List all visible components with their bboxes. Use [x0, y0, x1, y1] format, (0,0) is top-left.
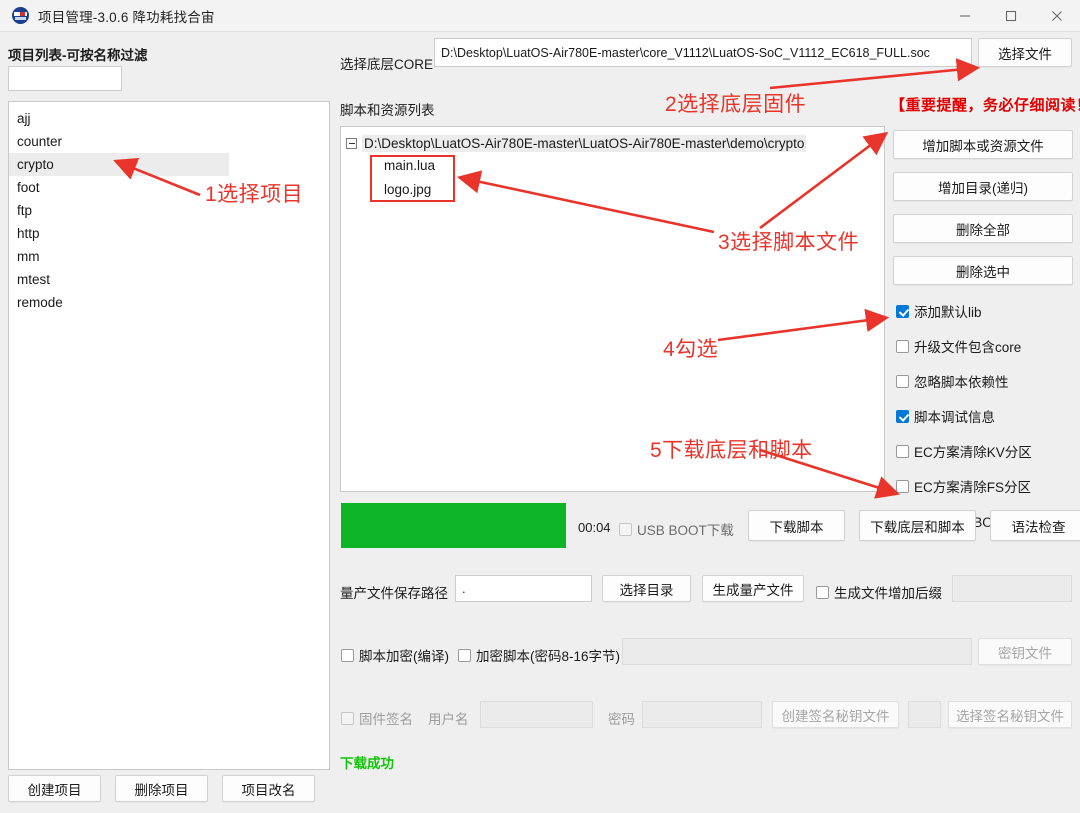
list-item[interactable]: mm — [9, 245, 329, 268]
delete-selected-button[interactable]: 删除选中 — [893, 256, 1073, 285]
close-icon[interactable] — [1034, 0, 1080, 31]
mass-path-label: 量产文件保存路径 — [340, 586, 448, 601]
checkbox-ec-clear-kv[interactable]: EC方案清除KV分区 — [896, 441, 1052, 461]
checkbox-script-debug-info[interactable]: 脚本调试信息 — [896, 406, 1052, 426]
checkbox-icon[interactable] — [816, 585, 829, 599]
checkbox-icon[interactable] — [341, 711, 354, 725]
checkbox-label: 升级文件包含core — [914, 340, 1022, 355]
annotation-highlight-box — [370, 155, 455, 202]
checkbox-label: USB BOOT下载 — [637, 523, 734, 538]
maximize-icon[interactable] — [988, 0, 1034, 31]
syntax-check-button[interactable]: 语法检查 — [990, 510, 1080, 541]
key-file-button[interactable]: 密钥文件 — [978, 638, 1072, 665]
checkbox-label: 忽略脚本依赖性 — [914, 375, 1009, 390]
create-signature-key-button[interactable]: 创建签名秘钥文件 — [772, 701, 899, 728]
signature-username-input[interactable] — [480, 701, 593, 728]
list-item[interactable]: counter — [9, 130, 329, 153]
checkbox-label: EC方案清除FS分区 — [914, 480, 1032, 495]
minimize-icon[interactable] — [942, 0, 988, 31]
checkbox-label: EC方案清除KV分区 — [914, 445, 1032, 460]
list-item[interactable]: ajj — [9, 107, 329, 130]
download-core-and-script-button[interactable]: 下载底层和脚本 — [859, 510, 976, 541]
app-logo-icon — [12, 7, 29, 24]
download-progress-bar — [341, 503, 566, 548]
core-label: 选择底层CORE — [340, 57, 434, 72]
encrypt-password-input[interactable] — [622, 638, 972, 665]
file-action-buttons: 增加脚本或资源文件 增加目录(递归) 删除全部 删除选中 — [893, 130, 1073, 298]
checkbox-label: 脚本调试信息 — [914, 410, 995, 425]
build-options-checkboxes: 添加默认lib 升级文件包含core 忽略脚本依赖性 脚本调试信息 EC方案清除… — [896, 301, 1052, 531]
mass-path-input[interactable]: . — [455, 575, 592, 602]
checkbox-icon[interactable] — [896, 479, 909, 493]
annotation-warning: 【重要提醒，务必仔细阅读！】 — [890, 97, 1080, 114]
delete-project-button[interactable]: 删除项目 — [115, 775, 208, 802]
projects-list-label: 项目列表-可按名称过滤 — [8, 48, 148, 63]
checkbox-firmware-signature[interactable]: 固件签名 — [341, 708, 413, 728]
checkbox-label: 添加默认lib — [914, 305, 982, 320]
tree-root-label: D:\Desktop\LuatOS-Air780E-master\LuatOS-… — [362, 134, 807, 152]
checkbox-icon[interactable] — [896, 304, 909, 318]
checkbox-add-default-lib[interactable]: 添加默认lib — [896, 301, 1052, 321]
checkbox-icon[interactable] — [896, 444, 909, 458]
tree-root-row[interactable]: D:\Desktop\LuatOS-Air780E-master\LuatOS-… — [341, 132, 884, 154]
project-filter-input[interactable] — [8, 66, 122, 91]
collapse-icon[interactable] — [346, 137, 357, 149]
checkbox-icon[interactable] — [458, 648, 471, 662]
signature-key-input[interactable] — [908, 701, 941, 728]
checkbox-upgrade-includes-core[interactable]: 升级文件包含core — [896, 336, 1052, 356]
checkbox-icon[interactable] — [896, 374, 909, 388]
window-title: 项目管理-3.0.6 降功耗找合宙 — [38, 9, 215, 25]
checkbox-script-compile[interactable]: 脚本加密(编译) — [341, 645, 449, 665]
choose-core-file-button[interactable]: 选择文件 — [978, 38, 1072, 67]
select-signature-key-button[interactable]: 选择签名秘钥文件 — [948, 701, 1072, 728]
scripts-list-label: 脚本和资源列表 — [340, 103, 435, 118]
annotation-step-2: 2选择底层固件 — [665, 93, 807, 116]
create-project-button[interactable]: 创建项目 — [8, 775, 101, 802]
checkbox-icon[interactable] — [619, 522, 632, 536]
checkbox-label: 生成文件增加后缀 — [834, 586, 942, 601]
choose-directory-button[interactable]: 选择目录 — [602, 575, 691, 602]
checkbox-icon[interactable] — [896, 339, 909, 353]
add-directory-button[interactable]: 增加目录(递归) — [893, 172, 1073, 201]
title-bar: 项目管理-3.0.6 降功耗找合宙 — [0, 0, 1080, 32]
status-message: 下载成功 — [340, 756, 394, 771]
checkbox-label: 脚本加密(编译) — [359, 649, 449, 664]
checkbox-add-suffix[interactable]: 生成文件增加后缀 — [816, 582, 942, 602]
annotation-step-3: 3选择脚本文件 — [718, 231, 860, 254]
elapsed-timer: 00:04 — [578, 520, 611, 535]
checkbox-script-encrypt[interactable]: 加密脚本(密码8-16字节) — [458, 645, 620, 665]
list-item[interactable]: http — [9, 222, 329, 245]
checkbox-label: 固件签名 — [359, 712, 413, 727]
checkbox-ec-clear-fs[interactable]: EC方案清除FS分区 — [896, 476, 1052, 496]
annotation-step-4: 4勾选 — [663, 338, 719, 361]
project-action-buttons: 创建项目 删除项目 项目改名 — [8, 775, 315, 802]
checkbox-icon[interactable] — [341, 648, 354, 662]
checkbox-icon[interactable] — [896, 409, 909, 423]
checkbox-label: 加密脚本(密码8-16字节) — [476, 649, 621, 664]
annotation-step-1: 1选择项目 — [205, 183, 304, 206]
list-item[interactable]: remode — [9, 291, 329, 314]
signature-password-input[interactable] — [642, 701, 762, 728]
signature-password-label: 密码 — [608, 712, 635, 727]
rename-project-button[interactable]: 项目改名 — [222, 775, 315, 802]
list-item-selected[interactable]: crypto — [9, 153, 229, 176]
checkbox-ignore-script-dependency[interactable]: 忽略脚本依赖性 — [896, 371, 1052, 391]
generate-mass-file-button[interactable]: 生成量产文件 — [702, 575, 804, 602]
suffix-input[interactable] — [952, 575, 1072, 602]
download-buttons: 下载脚本 下载底层和脚本 语法检查 — [748, 510, 1080, 541]
download-script-button[interactable]: 下载脚本 — [748, 510, 845, 541]
delete-all-button[interactable]: 删除全部 — [893, 214, 1073, 243]
annotation-step-5: 5下载底层和脚本 — [650, 439, 813, 462]
window-controls — [942, 0, 1080, 31]
list-item[interactable]: mtest — [9, 268, 329, 291]
checkbox-usb-boot-download[interactable]: USB BOOT下载 — [619, 519, 734, 539]
core-path-input[interactable]: D:\Desktop\LuatOS-Air780E-master\core_V1… — [434, 38, 972, 67]
add-script-or-resource-button[interactable]: 增加脚本或资源文件 — [893, 130, 1073, 159]
signature-username-label: 用户名 — [428, 712, 469, 727]
